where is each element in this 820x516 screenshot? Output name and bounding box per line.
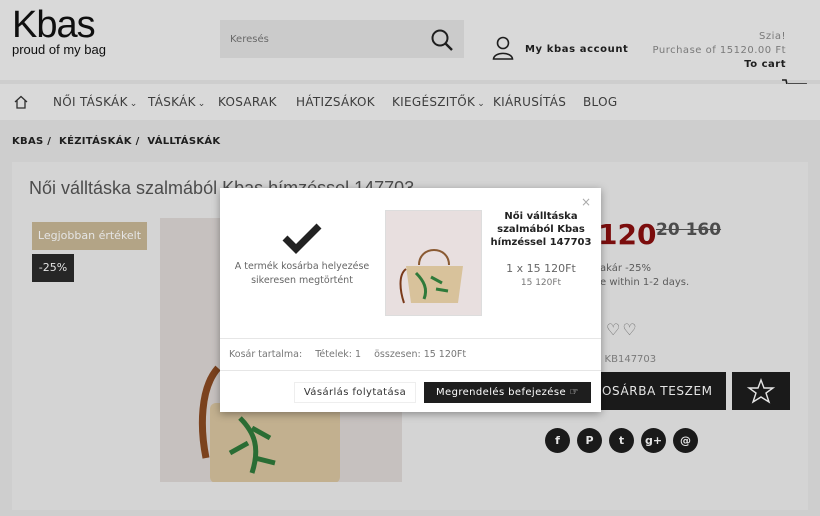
modal-subtotal: 15 120Ft [520,278,562,288]
divider [220,370,601,371]
hand-pointer-icon: ☞ [569,387,579,398]
added-to-cart-modal: × A termék kosárba helyezése sikeresen m… [220,188,601,412]
modal-product-image [385,210,482,316]
cart-contents-label: Kosár tartalma: [229,349,303,360]
cart-contents-summary: Kosár tartalma: Tételek: 1 összesen: 15 … [229,349,476,360]
cart-items-count: Tételek: 1 [315,349,362,360]
modal-quantity: 1 x 15 120Ft [506,262,576,275]
checkmark-icon [282,222,322,258]
cart-total-amount: összesen: 15 120Ft [374,349,467,360]
success-message: A termék kosárba helyezése sikeresen meg… [234,261,370,286]
divider [220,338,601,339]
continue-shopping-button[interactable]: Vásárlás folytatása [294,382,416,403]
close-icon[interactable]: × [581,195,591,209]
checkout-button[interactable]: Megrendelés befejezése ☞ [424,382,591,403]
checkout-label: Megrendelés befejezése [436,387,567,398]
modal-product-title: Női válltáska szalmából Kbas hímzéssel 1… [490,211,592,248]
